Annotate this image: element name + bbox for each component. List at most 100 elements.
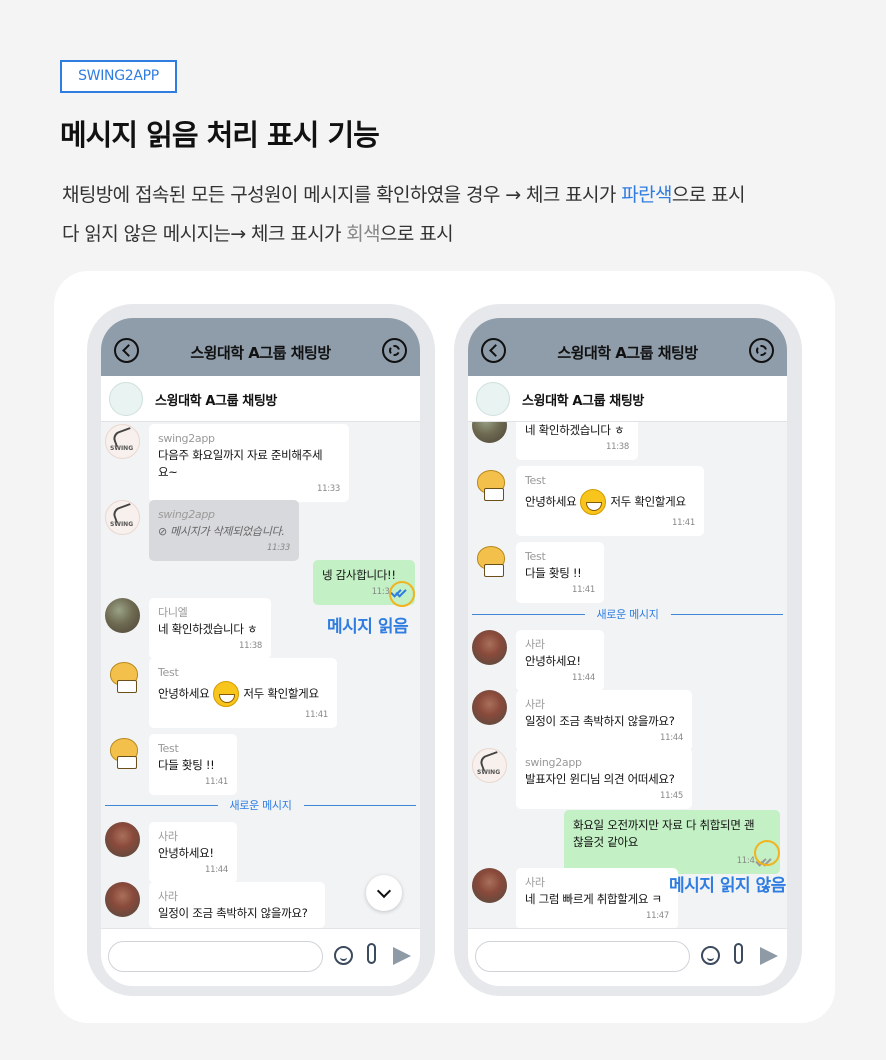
message-text: 일정이 조금 촉박하지 않을까요? [158,906,308,920]
desc-gray-word: 회색 [346,223,381,245]
message-time: 11:41 [572,585,595,595]
chat-topbar: 스윙대학 A그룹 채팅방 [101,318,420,376]
message-bubble[interactable]: Test 안녕하세요 저두 확인할게요 11:41 [516,466,704,536]
highlight-ring [754,840,780,866]
message-time: 11:4 [573,855,771,868]
avatar[interactable] [472,466,507,501]
desc-text: 으로 표시 [671,184,746,206]
avatar[interactable] [472,542,507,577]
avatar[interactable] [472,422,507,443]
room-name: 스윙대학 A그룹 채팅방 [155,394,277,409]
sender-name: 사라 [525,876,545,889]
avatar[interactable] [105,424,140,459]
avatar[interactable] [105,598,140,633]
message-list[interactable]: swing2app 다음주 화요일까지 자료 준비해주세 요~ 11:33 sw… [101,422,420,928]
avatar[interactable] [472,690,507,725]
avatar[interactable] [105,734,140,769]
avatar[interactable] [472,748,507,783]
message-list[interactable]: 네 확인하겠습니다 ㅎ 11:38 Test 안녕하세요 저두 확인할게요 11:… [468,422,787,928]
message-text-part: 안녕하세요 [525,494,577,509]
new-messages-divider: 새로운 메시지 [472,606,783,622]
sender-name: Test [158,666,179,679]
room-name: 스윙대학 A그룹 채팅방 [522,394,644,409]
message-input[interactable] [475,941,690,972]
send-icon[interactable] [760,947,778,965]
message-time: 11:44 [205,865,228,875]
message-text-part: 저두 확인할게요 [243,686,319,701]
sender-name: Test [525,474,546,487]
message-time: 11:47 [646,911,669,921]
room-avatar [476,382,510,416]
avatar[interactable] [105,500,140,535]
my-message-bubble[interactable]: 화요일 오전까지만 자료 다 취합되면 괜 찮을것 같아요 11:4 [564,810,780,874]
message-text-part: 안녕하세요 [158,686,210,701]
avatar[interactable] [472,868,507,903]
message-time: 11:41 [672,518,695,528]
message-bubble[interactable]: swing2app 발표자인 윈디님 의견 어떠세요? 11:45 [516,748,692,809]
message-text: ⊘ 메시지가 삭제되었습니다. [158,525,285,538]
message-time: 11:33 [267,543,290,553]
message-input-bar [468,928,787,986]
message-input[interactable] [108,941,323,972]
chat-title: 스윙대학 A그룹 채팅방 [190,344,331,362]
message-text: 일정이 조금 촉박하지 않을까요? [525,714,675,728]
deleted-message-bubble[interactable]: swing2app ⊘ 메시지가 삭제되었습니다. 11:33 [149,500,299,561]
emoji-icon[interactable] [701,946,720,965]
avatar[interactable] [105,882,140,917]
emoji-icon[interactable] [334,946,353,965]
grin-emoji-icon [580,489,607,515]
room-header: 스윙대학 A그룹 채팅방 [101,376,420,422]
gear-icon[interactable] [749,338,774,363]
highlight-ring [389,581,415,607]
message-bubble[interactable]: 사라 일정이 조금 촉박하지 않을까요? [149,882,325,928]
brand-tag: SWING2APP [60,60,177,93]
message-bubble[interactable]: 사라 일정이 조금 촉박하지 않을까요? 11:44 [516,690,692,751]
scroll-down-button[interactable] [366,875,402,911]
message-bubble[interactable]: 사라 안녕하세요! 11:44 [516,630,604,691]
phone-left: 스윙대학 A그룹 채팅방 스윙대학 A그룹 채팅방 swing2app 다음주 … [87,304,435,996]
sender-name: swing2app [158,432,215,445]
sender-name: 사라 [525,638,545,651]
message-time: 11:38 [606,442,629,452]
avatar[interactable] [472,630,507,665]
message-text: 발표자인 윈디님 의견 어떠세요? [525,772,675,786]
message-bubble[interactable]: 네 확인하겠습니다 ㅎ 11:38 [516,422,638,460]
message-text: 화요일 오전까지만 자료 다 취합되면 괜 [573,818,755,832]
description-line-1: 채팅방에 접속된 모든 구성원이 메시지를 확인하였을 경우 → 체크 표시가 … [62,180,745,207]
sender-name: Test [525,550,546,563]
avatar[interactable] [105,658,140,693]
send-icon[interactable] [393,947,411,965]
room-header: 스윙대학 A그룹 채팅방 [468,376,787,422]
message-bubble[interactable]: 사라 네 그럼 빠르게 취합할게요 ㅋ 11:47 [516,868,678,928]
message-time: 11:38 [239,641,262,651]
message-bubble[interactable]: 사라 안녕하세요! 11:44 [149,822,237,883]
avatar[interactable] [105,822,140,857]
message-text: 다들 홧팅 !! [525,566,582,580]
message-text: 요~ [158,465,178,479]
sender-name: Test [158,742,179,755]
attach-icon[interactable] [367,943,376,964]
chat-screen: 스윙대학 A그룹 채팅방 스윙대학 A그룹 채팅방 swing2app 다음주 … [101,318,420,986]
divider-label: 새로운 메시지 [584,606,671,622]
message-bubble[interactable]: 다니엘 네 확인하겠습니다 ㅎ 11:38 [149,598,271,659]
chat-title: 스윙대학 A그룹 채팅방 [557,344,698,362]
attach-icon[interactable] [734,943,743,964]
message-time: 11:44 [572,673,595,683]
message-text-part: 저두 확인할게요 [610,494,686,509]
message-bubble[interactable]: Test 다들 홧팅 !! 11:41 [516,542,604,603]
divider-label: 새로운 메시지 [217,797,304,813]
unread-callout: 메시지 읽지 않음 [669,876,786,896]
desc-text: 다 읽지 않은 메시지는→ 체크 표시가 [62,223,347,245]
message-text: 안녕하세요! [525,654,581,668]
page-title: 메시지 읽음 처리 표시 기능 [60,118,380,152]
sender-name: 다니엘 [158,606,188,619]
new-messages-divider: 새로운 메시지 [105,797,416,813]
sender-name: 사라 [158,830,178,843]
gear-icon[interactable] [382,338,407,363]
message-bubble[interactable]: Test 다들 홧팅 !! 11:41 [149,734,237,795]
sender-name: 사라 [158,890,178,903]
message-bubble[interactable]: Test 안녕하세요 저두 확인할게요 11:41 [149,658,337,728]
sender-name: swing2app [525,756,582,769]
message-bubble[interactable]: swing2app 다음주 화요일까지 자료 준비해주세 요~ 11:33 [149,424,349,502]
message-text: 다들 홧팅 !! [158,758,215,772]
